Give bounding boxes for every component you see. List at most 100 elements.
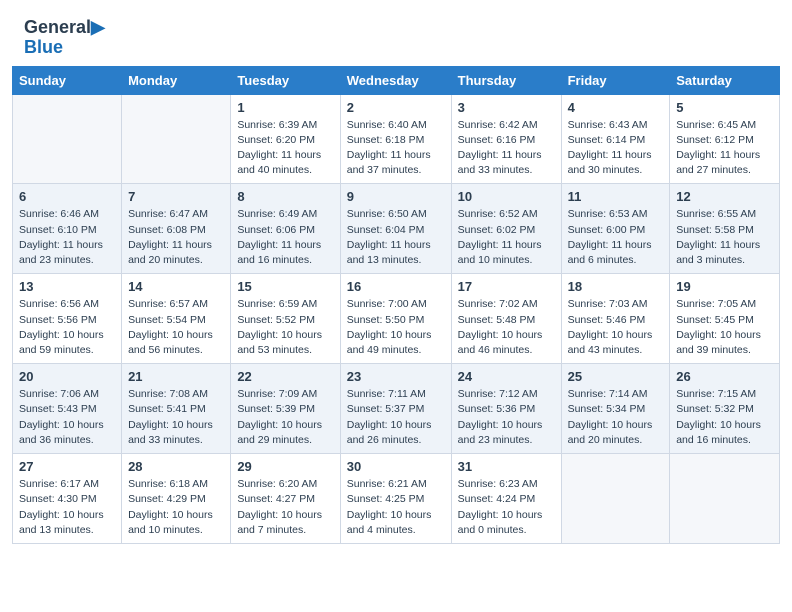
- page-header: General▶ Blue: [0, 0, 792, 66]
- day-number: 6: [19, 189, 115, 204]
- calendar-week-row: 6 Sunrise: 6:46 AMSunset: 6:10 PMDaylight…: [13, 184, 780, 274]
- day-number: 9: [347, 189, 445, 204]
- day-detail: Sunrise: 7:09 AMSunset: 5:39 PMDaylight:…: [237, 387, 333, 448]
- day-detail: Sunrise: 7:05 AMSunset: 5:45 PMDaylight:…: [676, 297, 773, 358]
- calendar-cell: 11Sunrise: 6:53 AMSunset: 6:00 PMDayligh…: [561, 184, 670, 274]
- day-detail: Sunrise: 7:14 AMSunset: 5:34 PMDaylight:…: [568, 387, 664, 448]
- calendar-cell: 3 Sunrise: 6:42 AMSunset: 6:16 PMDaylight…: [451, 94, 561, 184]
- calendar-body: 1Sunrise: 6:39 AMSunset: 6:20 PMDaylight…: [13, 94, 780, 543]
- day-number: 10: [458, 189, 555, 204]
- day-detail: Sunrise: 6:47 AMSunset: 6:08 PMDaylight:…: [128, 207, 224, 268]
- day-number: 21: [128, 369, 224, 384]
- day-number: 12: [676, 189, 773, 204]
- calendar-cell: 8 Sunrise: 6:49 AMSunset: 6:06 PMDaylight…: [231, 184, 340, 274]
- day-detail: Sunrise: 7:03 AMSunset: 5:46 PMDaylight:…: [568, 297, 664, 358]
- day-detail: Sunrise: 6:39 AMSunset: 6:20 PMDaylight:…: [237, 118, 333, 179]
- day-of-week-header: Monday: [122, 66, 231, 94]
- day-number: 15: [237, 279, 333, 294]
- day-number: 24: [458, 369, 555, 384]
- calendar-cell: 30 Sunrise: 6:21 AMSunset: 4:25 PMDayligh…: [340, 454, 451, 544]
- calendar-cell: 19 Sunrise: 7:05 AMSunset: 5:45 PMDayligh…: [670, 274, 780, 364]
- calendar-cell: 9 Sunrise: 6:50 AMSunset: 6:04 PMDaylight…: [340, 184, 451, 274]
- day-detail: Sunrise: 7:00 AMSunset: 5:50 PMDaylight:…: [347, 297, 445, 358]
- day-detail: Sunrise: 6:43 AMSunset: 6:14 PMDaylight:…: [568, 118, 664, 179]
- day-number: 17: [458, 279, 555, 294]
- calendar-cell: 27Sunrise: 6:17 AMSunset: 4:30 PMDayligh…: [13, 454, 122, 544]
- day-number: 13: [19, 279, 115, 294]
- calendar-week-row: 13 Sunrise: 6:56 AMSunset: 5:56 PMDayligh…: [13, 274, 780, 364]
- calendar-cell: [122, 94, 231, 184]
- calendar-cell: 17 Sunrise: 7:02 AMSunset: 5:48 PMDayligh…: [451, 274, 561, 364]
- calendar-cell: 5 Sunrise: 6:45 AMSunset: 6:12 PMDaylight…: [670, 94, 780, 184]
- calendar-cell: [13, 94, 122, 184]
- calendar-cell: 15 Sunrise: 6:59 AMSunset: 5:52 PMDayligh…: [231, 274, 340, 364]
- calendar-cell: 13 Sunrise: 6:56 AMSunset: 5:56 PMDayligh…: [13, 274, 122, 364]
- day-number: 16: [347, 279, 445, 294]
- day-detail: Sunrise: 6:42 AMSunset: 6:16 PMDaylight:…: [458, 118, 555, 179]
- calendar-week-row: 1Sunrise: 6:39 AMSunset: 6:20 PMDaylight…: [13, 94, 780, 184]
- day-detail: Sunrise: 6:52 AMSunset: 6:02 PMDaylight:…: [458, 207, 555, 268]
- day-of-week-header: Friday: [561, 66, 670, 94]
- day-detail: Sunrise: 6:18 AMSunset: 4:29 PMDaylight:…: [128, 477, 224, 538]
- day-number: 19: [676, 279, 773, 294]
- calendar-cell: 24Sunrise: 7:12 AMSunset: 5:36 PMDayligh…: [451, 364, 561, 454]
- calendar-cell: 12Sunrise: 6:55 AMSunset: 5:58 PMDayligh…: [670, 184, 780, 274]
- calendar-cell: 20 Sunrise: 7:06 AMSunset: 5:43 PMDayligh…: [13, 364, 122, 454]
- day-detail: Sunrise: 6:59 AMSunset: 5:52 PMDaylight:…: [237, 297, 333, 358]
- day-of-week-header: Saturday: [670, 66, 780, 94]
- day-number: 3: [458, 100, 555, 115]
- day-number: 14: [128, 279, 224, 294]
- day-detail: Sunrise: 7:15 AMSunset: 5:32 PMDaylight:…: [676, 387, 773, 448]
- calendar-cell: 21 Sunrise: 7:08 AMSunset: 5:41 PMDayligh…: [122, 364, 231, 454]
- calendar-cell: 18 Sunrise: 7:03 AMSunset: 5:46 PMDayligh…: [561, 274, 670, 364]
- calendar-cell: 10 Sunrise: 6:52 AMSunset: 6:02 PMDayligh…: [451, 184, 561, 274]
- day-number: 4: [568, 100, 664, 115]
- day-detail: Sunrise: 6:49 AMSunset: 6:06 PMDaylight:…: [237, 207, 333, 268]
- day-detail: Sunrise: 6:46 AMSunset: 6:10 PMDaylight:…: [19, 207, 115, 268]
- day-detail: Sunrise: 6:56 AMSunset: 5:56 PMDaylight:…: [19, 297, 115, 358]
- day-number: 28: [128, 459, 224, 474]
- day-header-row: SundayMondayTuesdayWednesdayThursdayFrid…: [13, 66, 780, 94]
- day-detail: Sunrise: 6:57 AMSunset: 5:54 PMDaylight:…: [128, 297, 224, 358]
- day-number: 8: [237, 189, 333, 204]
- day-number: 18: [568, 279, 664, 294]
- calendar-container: SundayMondayTuesdayWednesdayThursdayFrid…: [0, 66, 792, 556]
- day-of-week-header: Tuesday: [231, 66, 340, 94]
- day-detail: Sunrise: 7:08 AMSunset: 5:41 PMDaylight:…: [128, 387, 224, 448]
- day-number: 25: [568, 369, 664, 384]
- day-number: 5: [676, 100, 773, 115]
- calendar-cell: 7 Sunrise: 6:47 AMSunset: 6:08 PMDaylight…: [122, 184, 231, 274]
- day-detail: Sunrise: 6:23 AMSunset: 4:24 PMDaylight:…: [458, 477, 555, 538]
- day-number: 7: [128, 189, 224, 204]
- day-detail: Sunrise: 6:21 AMSunset: 4:25 PMDaylight:…: [347, 477, 445, 538]
- calendar-cell: 16 Sunrise: 7:00 AMSunset: 5:50 PMDayligh…: [340, 274, 451, 364]
- calendar-cell: 6 Sunrise: 6:46 AMSunset: 6:10 PMDaylight…: [13, 184, 122, 274]
- day-detail: Sunrise: 7:11 AMSunset: 5:37 PMDaylight:…: [347, 387, 445, 448]
- day-number: 23: [347, 369, 445, 384]
- day-of-week-header: Thursday: [451, 66, 561, 94]
- day-number: 22: [237, 369, 333, 384]
- day-number: 26: [676, 369, 773, 384]
- calendar-cell: 14 Sunrise: 6:57 AMSunset: 5:54 PMDayligh…: [122, 274, 231, 364]
- day-detail: Sunrise: 6:40 AMSunset: 6:18 PMDaylight:…: [347, 118, 445, 179]
- logo: General▶ Blue: [24, 18, 105, 58]
- calendar-week-row: 27Sunrise: 6:17 AMSunset: 4:30 PMDayligh…: [13, 454, 780, 544]
- day-detail: Sunrise: 7:02 AMSunset: 5:48 PMDaylight:…: [458, 297, 555, 358]
- day-number: 29: [237, 459, 333, 474]
- calendar-cell: [561, 454, 670, 544]
- calendar-week-row: 20 Sunrise: 7:06 AMSunset: 5:43 PMDayligh…: [13, 364, 780, 454]
- calendar-cell: 2Sunrise: 6:40 AMSunset: 6:18 PMDaylight…: [340, 94, 451, 184]
- day-detail: Sunrise: 6:45 AMSunset: 6:12 PMDaylight:…: [676, 118, 773, 179]
- calendar-cell: 26 Sunrise: 7:15 AMSunset: 5:32 PMDayligh…: [670, 364, 780, 454]
- day-number: 20: [19, 369, 115, 384]
- day-detail: Sunrise: 7:06 AMSunset: 5:43 PMDaylight:…: [19, 387, 115, 448]
- calendar-cell: 4 Sunrise: 6:43 AMSunset: 6:14 PMDaylight…: [561, 94, 670, 184]
- calendar-cell: 23 Sunrise: 7:11 AMSunset: 5:37 PMDayligh…: [340, 364, 451, 454]
- logo-blue-text: Blue: [24, 38, 105, 58]
- day-number: 11: [568, 189, 664, 204]
- day-number: 30: [347, 459, 445, 474]
- calendar-cell: 22 Sunrise: 7:09 AMSunset: 5:39 PMDayligh…: [231, 364, 340, 454]
- calendar-cell: 28 Sunrise: 6:18 AMSunset: 4:29 PMDayligh…: [122, 454, 231, 544]
- day-detail: Sunrise: 6:50 AMSunset: 6:04 PMDaylight:…: [347, 207, 445, 268]
- calendar-cell: 31Sunrise: 6:23 AMSunset: 4:24 PMDayligh…: [451, 454, 561, 544]
